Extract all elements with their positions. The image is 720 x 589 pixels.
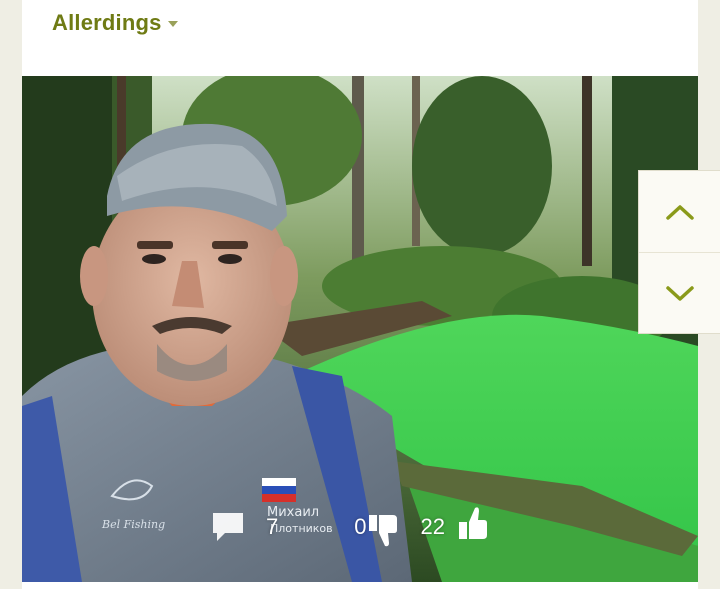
chevron-up-icon[interactable] bbox=[665, 203, 695, 221]
author-name[interactable]: Allerdings bbox=[52, 10, 162, 36]
thumbs-up-icon[interactable] bbox=[458, 506, 489, 540]
author-menu[interactable]: Allerdings bbox=[52, 10, 178, 36]
dislikes-count: 0 bbox=[354, 514, 367, 539]
post-card: Allerdings Михаил Плотников Bel Fishing … bbox=[22, 0, 698, 589]
card-bottom bbox=[22, 582, 698, 589]
likes-count: 22 bbox=[420, 514, 445, 539]
scroll-up-button[interactable] bbox=[639, 171, 720, 252]
comment-icon[interactable] bbox=[212, 512, 244, 542]
post-stats: 7 0 22 bbox=[212, 502, 489, 552]
scroll-nav bbox=[638, 170, 720, 334]
jersey-logo-text: Bel Fishing bbox=[101, 518, 165, 531]
chevron-down-icon[interactable] bbox=[665, 285, 695, 303]
post-header: Allerdings bbox=[22, 0, 698, 76]
comments-count: 7 bbox=[266, 514, 279, 539]
scroll-down-button[interactable] bbox=[639, 253, 720, 334]
thumbs-down-icon[interactable] bbox=[368, 515, 399, 547]
caret-down-icon[interactable] bbox=[167, 21, 178, 27]
